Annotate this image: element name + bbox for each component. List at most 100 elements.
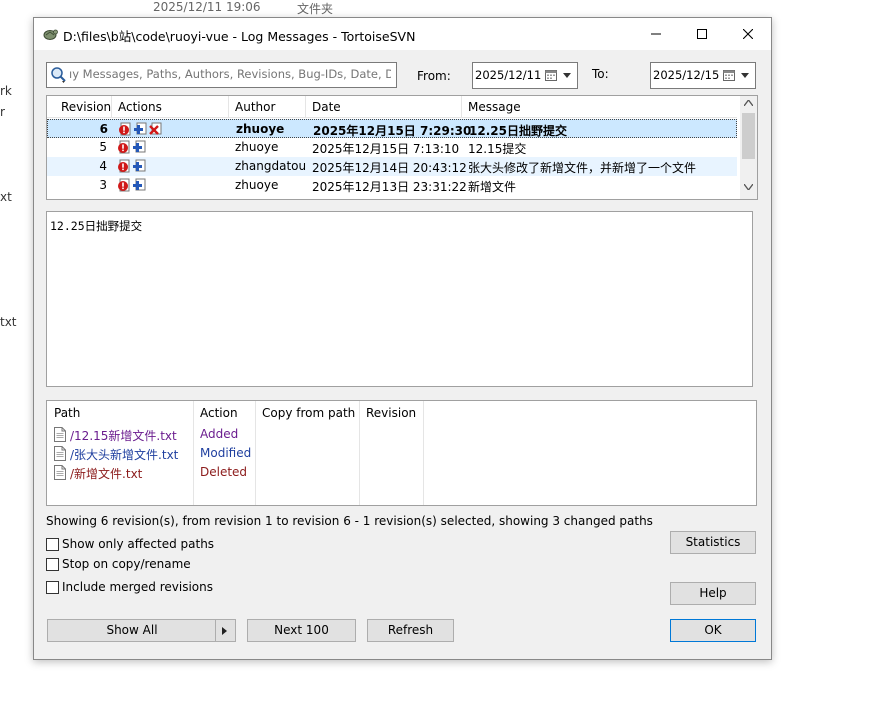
- revision-row[interactable]: 3 zhuoye 2025年12月13日 23:31:22 新增文件: [47, 176, 737, 195]
- revision-list-scrollbar[interactable]: [740, 96, 757, 199]
- ok-button[interactable]: OK: [670, 619, 756, 642]
- show-all-split-button[interactable]: Show All: [47, 619, 236, 642]
- file-icon: [54, 446, 66, 464]
- scroll-thumb[interactable]: [742, 113, 755, 159]
- bg-fragment: rk: [0, 84, 12, 98]
- to-date-picker[interactable]: 2025/12/15: [650, 62, 756, 89]
- modified-action-icon: [117, 159, 131, 173]
- changed-path: /12.15新增文件.txt: [70, 429, 177, 443]
- scroll-down-icon[interactable]: [744, 184, 753, 190]
- chevron-down-icon: [741, 73, 749, 78]
- revision-message: 12.15提交: [468, 142, 527, 156]
- col-copy-from-path[interactable]: Copy from path: [262, 406, 355, 420]
- changed-path-action: Modified: [200, 446, 252, 460]
- col-message[interactable]: Message: [468, 100, 521, 114]
- refresh-button[interactable]: Refresh: [367, 619, 454, 642]
- checkbox-label: Show only affected paths: [62, 537, 215, 551]
- changed-path: /新增文件.txt: [70, 467, 143, 481]
- maximize-button[interactable]: [679, 18, 725, 50]
- file-icon: [54, 427, 66, 445]
- revision-author: zhuoye: [235, 140, 279, 154]
- revision-row[interactable]: 4 zhangdatou 2025年12月14日 20:43:12 张大头修改了新增文…: [47, 157, 737, 176]
- revision-actions: [118, 122, 163, 136]
- revision-row[interactable]: 6 zhuoye 2025年12月15日 7:29:30 12.25日拙野提交: [47, 119, 737, 138]
- col-revision[interactable]: Revision: [61, 100, 111, 114]
- revision-number: 3: [99, 178, 107, 192]
- col-author[interactable]: Author: [235, 100, 275, 114]
- search-input[interactable]: [69, 66, 391, 82]
- bg-fragment: xt: [0, 190, 12, 204]
- log-message-box[interactable]: 12.25日拙野提交: [46, 211, 753, 387]
- revision-number: 4: [99, 159, 107, 173]
- checkbox-box[interactable]: [46, 538, 59, 551]
- revision-date: 2025年12月14日 20:43:12: [312, 161, 467, 175]
- revision-number: 5: [99, 140, 107, 154]
- modified-action-icon: [117, 178, 131, 192]
- show-affected-checkbox[interactable]: Show only affected paths: [46, 537, 246, 553]
- col-actions[interactable]: Actions: [118, 100, 162, 114]
- window-title: D:\files\b站\code\ruoyi-vue - Log Message…: [63, 29, 416, 44]
- changed-path-action: Deleted: [200, 465, 248, 479]
- chevron-right-icon: [222, 627, 227, 635]
- added-action-icon: [132, 159, 146, 173]
- col-path-revision[interactable]: Revision: [366, 406, 416, 420]
- close-button[interactable]: [725, 18, 771, 50]
- search-box[interactable]: [46, 62, 397, 88]
- changed-path: /张大头新增文件.txt: [70, 448, 179, 462]
- revision-list-header: Revision Actions Author Date Message: [47, 96, 737, 118]
- bg-folder-type: 文件夹: [297, 2, 334, 16]
- added-action-icon: [132, 140, 146, 154]
- revision-actions: [117, 159, 147, 173]
- log-messages-dialog: D:\files\b站\code\ruoyi-vue - Log Message…: [33, 17, 772, 660]
- search-icon[interactable]: [50, 66, 68, 84]
- checkbox-box[interactable]: [46, 581, 59, 594]
- show-all-dropdown[interactable]: [215, 620, 235, 641]
- revision-message: 新增文件: [468, 180, 517, 194]
- col-action[interactable]: Action: [200, 406, 238, 420]
- title-bar[interactable]: D:\files\b站\code\ruoyi-vue - Log Message…: [34, 18, 771, 50]
- from-date-picker[interactable]: 2025/12/11: [472, 62, 578, 89]
- help-button[interactable]: Help: [670, 582, 756, 605]
- revision-author: zhuoye: [235, 178, 279, 192]
- col-date[interactable]: Date: [312, 100, 341, 114]
- minimize-button[interactable]: [633, 18, 679, 50]
- minimize-icon: [651, 33, 661, 35]
- revision-list[interactable]: Revision Actions Author Date Message 6 zh…: [46, 95, 758, 200]
- checkbox-box[interactable]: [46, 558, 59, 571]
- col-path[interactable]: Path: [54, 406, 80, 420]
- chevron-down-icon: [563, 73, 571, 78]
- revision-author: zhuoye: [236, 122, 285, 136]
- changed-path-row[interactable]: /12.15新增文件.txt Added: [47, 425, 756, 444]
- statistics-button[interactable]: Statistics: [670, 531, 756, 554]
- tortoise-icon: [43, 29, 58, 40]
- changed-path-row[interactable]: /新增文件.txt Deleted: [47, 463, 756, 482]
- revision-message: 张大头修改了新增文件，并新增了一个文件: [468, 161, 697, 175]
- modified-action-icon: [117, 140, 131, 154]
- checkbox-label: Stop on copy/rename: [62, 557, 191, 571]
- show-all-label[interactable]: Show All: [48, 620, 216, 641]
- from-label: From:: [417, 69, 451, 83]
- added-action-icon: [133, 122, 147, 136]
- status-text: Showing 6 revision(s), from revision 1 t…: [46, 514, 653, 528]
- next-100-button[interactable]: Next 100: [247, 619, 356, 642]
- maximize-icon: [697, 29, 707, 39]
- bg-fragment: txt: [0, 315, 17, 329]
- calendar-icon: [545, 70, 557, 81]
- added-action-icon: [132, 178, 146, 192]
- changed-path-row[interactable]: /张大头新增文件.txt Modified: [47, 444, 756, 463]
- close-icon: [743, 29, 753, 39]
- to-date-value: 2025/12/15: [653, 68, 720, 82]
- revision-message: 12.25日拙野提交: [469, 124, 567, 138]
- file-icon: [54, 465, 66, 483]
- revision-author: zhangdatou: [235, 159, 307, 173]
- changed-paths-list[interactable]: Path Action Copy from path Revision /12.…: [46, 400, 757, 506]
- bg-date: 2025/12/11 19:06: [153, 0, 261, 14]
- stop-on-copy-checkbox[interactable]: Stop on copy/rename: [46, 557, 246, 573]
- include-merged-checkbox[interactable]: Include merged revisions: [46, 580, 246, 596]
- from-date-value: 2025/12/11: [475, 68, 542, 82]
- scroll-up-icon[interactable]: [744, 100, 753, 106]
- bg-fragment: r: [0, 105, 5, 119]
- revision-row[interactable]: 5 zhuoye 2025年12月15日 7:13:10 12.15提交: [47, 138, 737, 157]
- revision-actions: [117, 178, 147, 192]
- revision-number: 6: [99, 122, 108, 136]
